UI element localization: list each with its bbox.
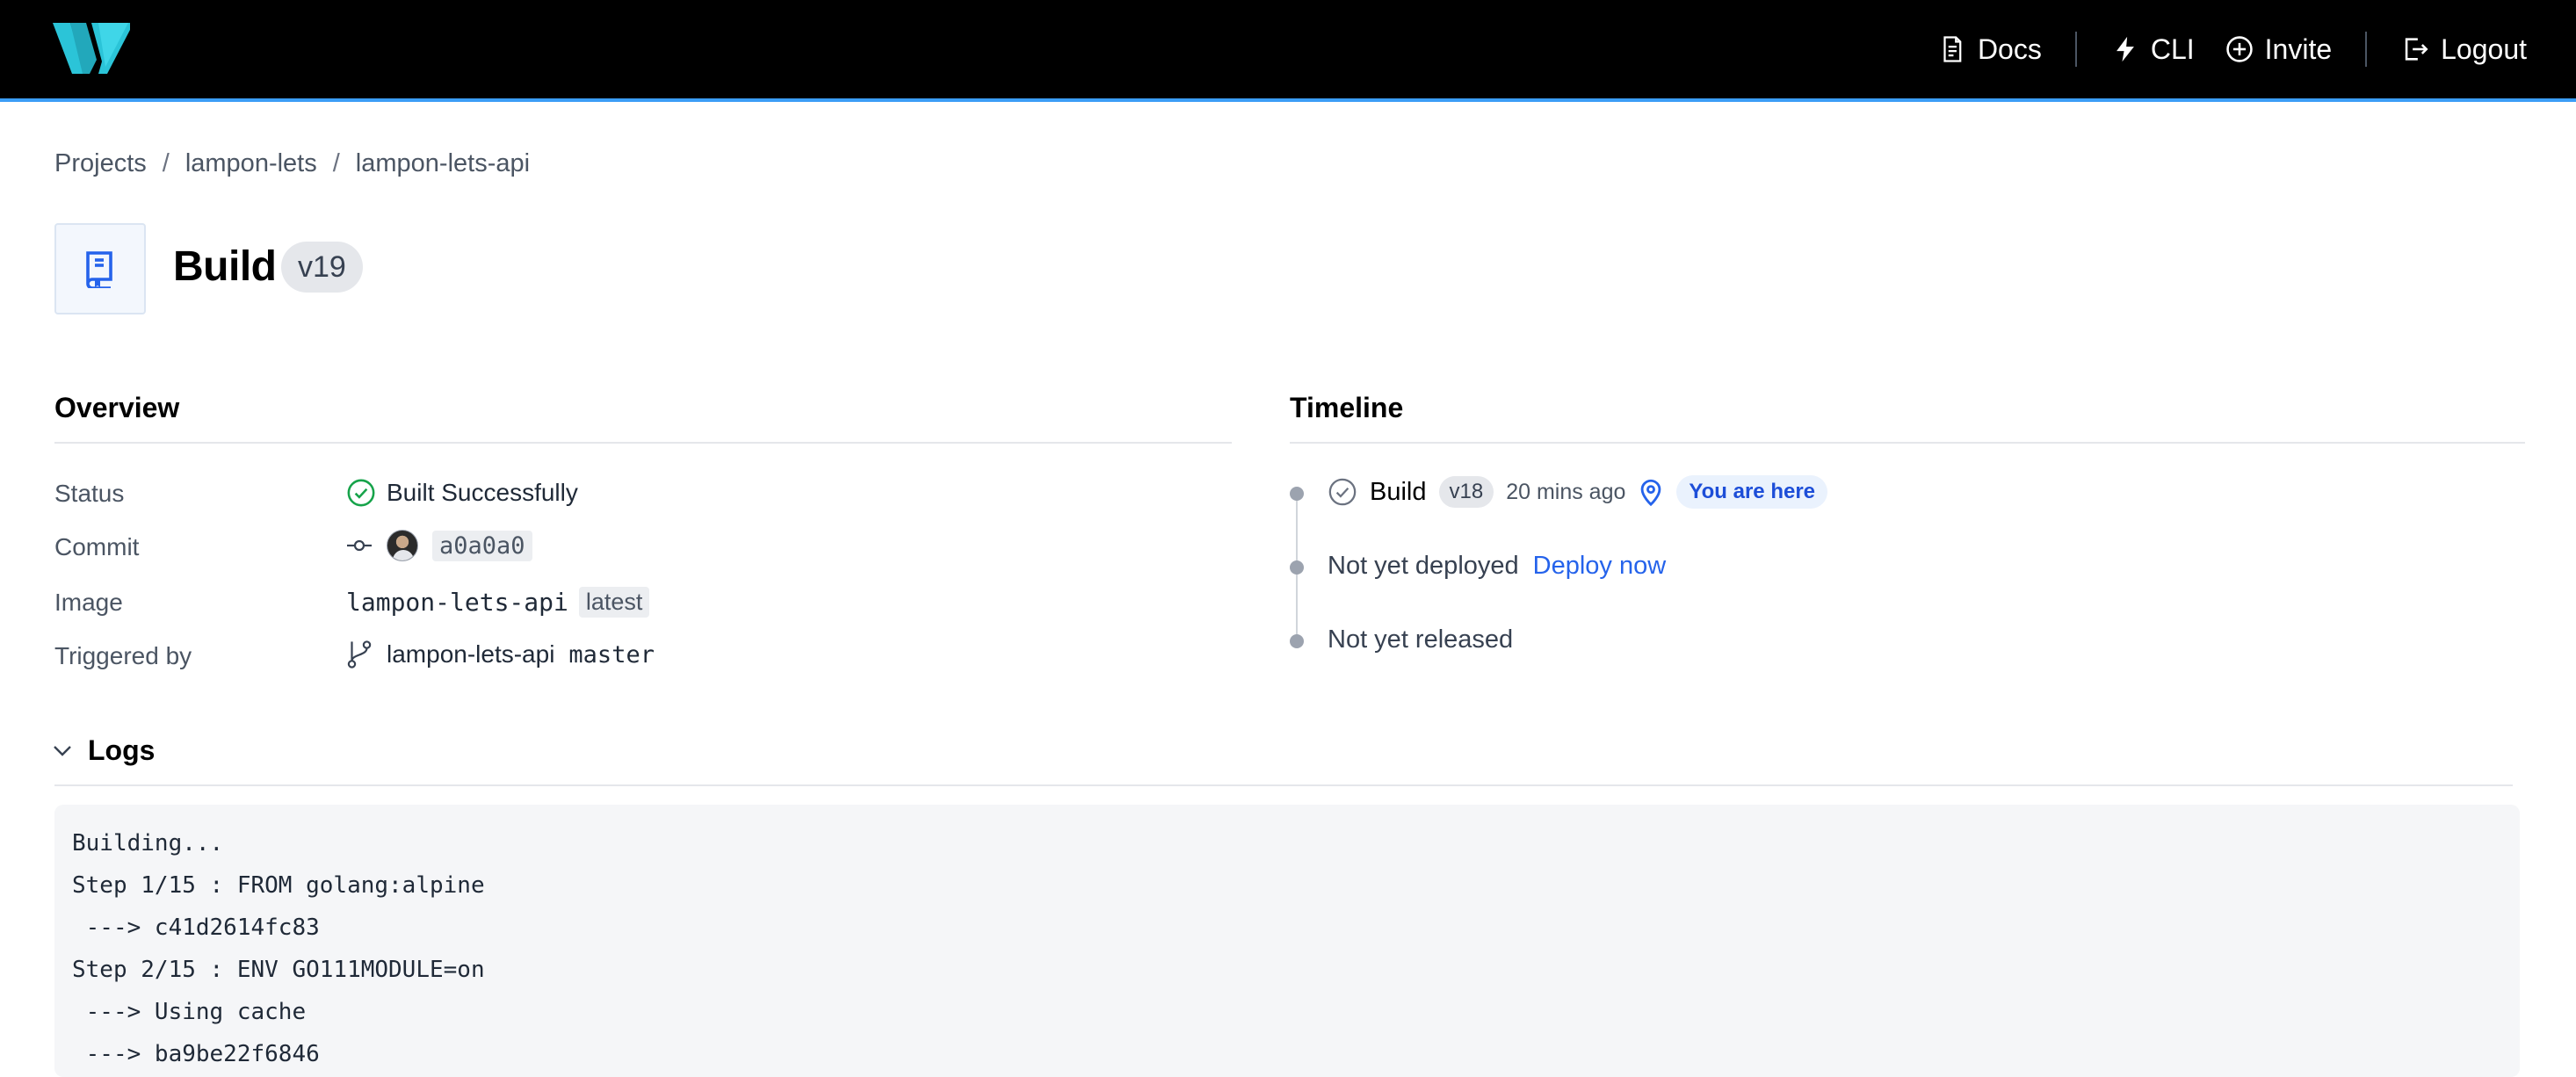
build-icon-tile	[54, 223, 146, 314]
cli-link[interactable]: CLI	[2110, 33, 2195, 66]
log-line: Step 1/15 : FROM golang:alpine	[72, 872, 485, 899]
commit-hash[interactable]: a0a0a0	[432, 530, 532, 561]
timeline-version-badge: v18	[1438, 476, 1494, 508]
status-text: Built Successfully	[387, 479, 578, 506]
top-nav-links: Docs CLI Invite Logout	[1937, 0, 2527, 98]
breadcrumb: Projects / lampon-lets / lampon-lets-api	[54, 149, 530, 178]
overview-divider	[54, 442, 1232, 444]
breadcrumb-separator: /	[162, 149, 170, 177]
overview-heading: Overview	[54, 392, 180, 423]
document-icon	[1943, 36, 1962, 62]
timeline-heading: Timeline	[1290, 392, 1404, 423]
log-line: Building...	[72, 830, 224, 857]
breadcrumb-project[interactable]: lampon-lets	[185, 149, 317, 178]
commit-label: Commit	[54, 533, 140, 560]
image-name: lampon-lets-api	[346, 588, 568, 617]
image-label: Image	[54, 589, 123, 616]
log-line: ---> ba9be22f6846	[72, 1041, 320, 1067]
breadcrumb-projects[interactable]: Projects	[54, 149, 147, 178]
commit-value: a0a0a0	[346, 530, 532, 561]
docs-link[interactable]: Docs	[1937, 33, 2042, 66]
timeline-deploy-row: Not yet deployed Deploy now	[1328, 552, 1666, 581]
page-title: Build	[173, 243, 277, 290]
timeline-build-row[interactable]: Build v18 20 mins ago You are here	[1328, 475, 1828, 509]
nav-divider	[2074, 32, 2077, 67]
book-icon	[86, 251, 112, 288]
triggered-branch: master	[568, 640, 655, 669]
logout-link[interactable]: Logout	[2400, 33, 2527, 66]
invite-label: Invite	[2264, 33, 2333, 65]
log-line: Step 2/15 : ENV GO111MODULE=on	[72, 957, 485, 983]
log-line: ---> c41d2614fc83	[72, 914, 320, 941]
release-status: Not yet released	[1328, 625, 1514, 654]
logs-heading: Logs	[88, 734, 156, 766]
build-log[interactable]: Building... Step 1/15 : FROM golang:alpi…	[54, 805, 2520, 1077]
timeline-divider	[1290, 442, 2525, 444]
deploy-now-link[interactable]: Deploy now	[1533, 552, 1667, 581]
map-pin-icon	[1641, 479, 1661, 507]
avatar[interactable]	[387, 530, 418, 561]
image-value: lampon-lets-api latest	[346, 587, 650, 618]
bolt-icon	[2116, 36, 2134, 62]
image-tag: latest	[578, 587, 650, 618]
timeline-build-label: Build	[1370, 477, 1427, 506]
logs-divider	[54, 784, 2513, 786]
status-value: Built Successfully	[346, 478, 578, 508]
timeline-release-row: Not yet released	[1328, 625, 1513, 654]
timeline-dot	[1290, 487, 1304, 501]
breadcrumb-separator: /	[332, 149, 340, 177]
plus-circle-icon	[2225, 36, 2253, 62]
deploy-status: Not yet deployed	[1328, 552, 1519, 580]
git-commit-icon	[347, 539, 372, 552]
docs-label: Docs	[1977, 33, 2042, 65]
chevron-down-icon	[54, 745, 71, 756]
logout-icon	[2405, 38, 2428, 61]
log-line: ---> Using cache	[72, 999, 307, 1025]
status-label: Status	[54, 480, 125, 507]
triggered-repo[interactable]: lampon-lets-api	[387, 640, 554, 669]
logs-toggle[interactable]: Logs	[53, 734, 155, 767]
breadcrumb-app[interactable]: lampon-lets-api	[356, 149, 530, 178]
logo-icon[interactable]	[53, 23, 130, 74]
triggered-value: lampon-lets-api master	[346, 640, 655, 669]
timeline-dot	[1290, 634, 1304, 648]
timeline-build-time: 20 mins ago	[1506, 479, 1626, 504]
cli-label: CLI	[2150, 33, 2195, 65]
triggered-label: Triggered by	[54, 642, 192, 669]
nav-divider	[2365, 32, 2368, 67]
git-branch-icon	[347, 640, 372, 669]
check-circle-icon	[1328, 478, 1357, 506]
timeline-dot	[1290, 560, 1304, 575]
logout-label: Logout	[2441, 33, 2527, 65]
you-are-here-badge: You are here	[1676, 475, 1828, 509]
version-badge: v19	[281, 242, 363, 293]
top-navbar: Docs CLI Invite Logout	[0, 0, 2576, 102]
invite-link[interactable]: Invite	[2225, 33, 2332, 66]
check-circle-icon	[347, 479, 375, 507]
